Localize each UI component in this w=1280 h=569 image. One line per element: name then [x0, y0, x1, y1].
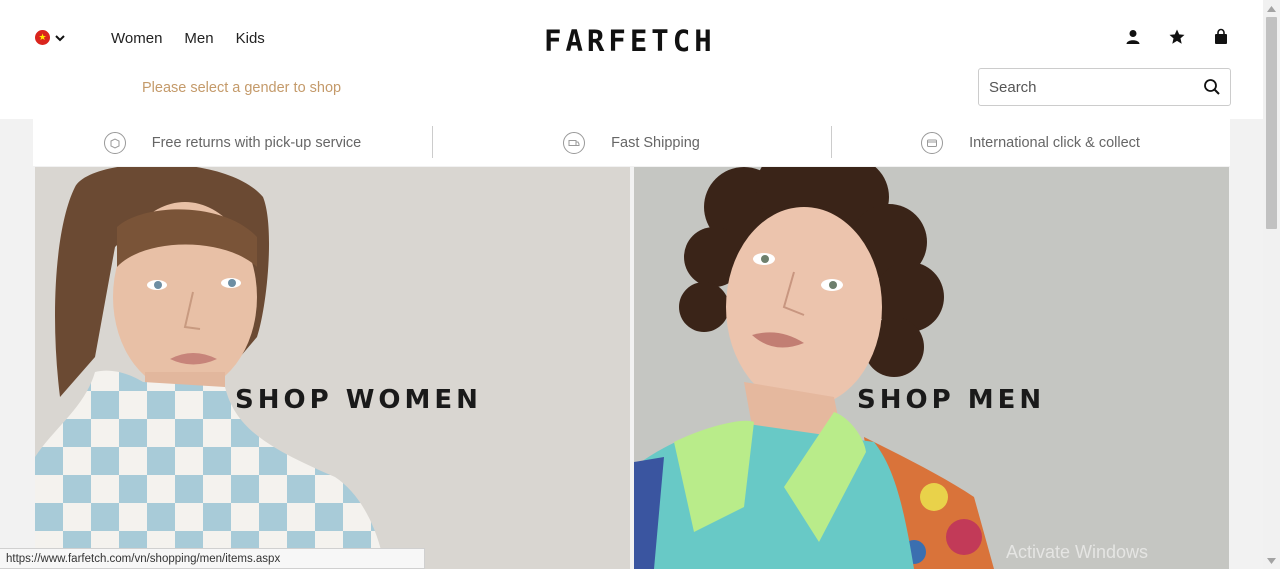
box-return-icon [103, 131, 126, 154]
benefits-bar: Free returns with pick-up service Fast S… [33, 119, 1230, 166]
chevron-down-icon [54, 32, 66, 44]
wishlist-star-icon[interactable] [1168, 28, 1186, 51]
activate-windows-watermark: Activate Windows [1006, 542, 1149, 562]
men-model-image [634, 167, 994, 569]
benefit-label: International click & collect [969, 134, 1140, 151]
fast-truck-icon [563, 131, 586, 154]
account-icon[interactable] [1124, 28, 1142, 51]
bag-icon[interactable] [1212, 28, 1230, 51]
benefit-click-collect[interactable]: International click & collect [831, 119, 1230, 166]
shop-women-panel[interactable]: SHOP WOMEN [35, 167, 630, 569]
benefit-fast-shipping[interactable]: Fast Shipping [432, 119, 831, 166]
farfetch-page: Women Men Kids FARFETCH Please select a … [0, 0, 1280, 569]
country-selector[interactable] [35, 30, 66, 45]
shop-men-panel[interactable]: SHOP MEN [634, 167, 1229, 569]
scroll-up-arrow-icon[interactable] [1263, 0, 1280, 17]
header-icons [1124, 28, 1230, 51]
benefit-free-returns[interactable]: Free returns with pick-up service [33, 119, 432, 166]
search-box [978, 68, 1231, 106]
site-header: Women Men Kids FARFETCH Please select a … [0, 0, 1263, 119]
gender-hint: Please select a gender to shop [142, 80, 342, 96]
vertical-scrollbar[interactable] [1263, 0, 1280, 569]
gender-nav: Women Men Kids [111, 30, 265, 47]
scroll-down-arrow-icon[interactable] [1263, 552, 1280, 569]
nav-women[interactable]: Women [111, 30, 162, 47]
women-model-image [35, 167, 385, 569]
nav-kids[interactable]: Kids [236, 30, 265, 47]
shop-women-label[interactable]: SHOP WOMEN [235, 385, 482, 415]
nav-men[interactable]: Men [184, 30, 213, 47]
search-icon[interactable] [1203, 78, 1221, 101]
benefit-label: Free returns with pick-up service [151, 134, 362, 151]
farfetch-logo[interactable]: FARFETCH [544, 24, 716, 58]
search-input[interactable] [979, 78, 1189, 96]
benefit-label: Fast Shipping [611, 134, 700, 151]
shop-men-label[interactable]: SHOP MEN [857, 385, 1045, 415]
card-icon [921, 131, 944, 154]
status-bar-url: https://www.farfetch.com/vn/shopping/men… [0, 548, 425, 569]
scroll-thumb[interactable] [1266, 17, 1277, 229]
vietnam-flag-icon [35, 30, 50, 45]
